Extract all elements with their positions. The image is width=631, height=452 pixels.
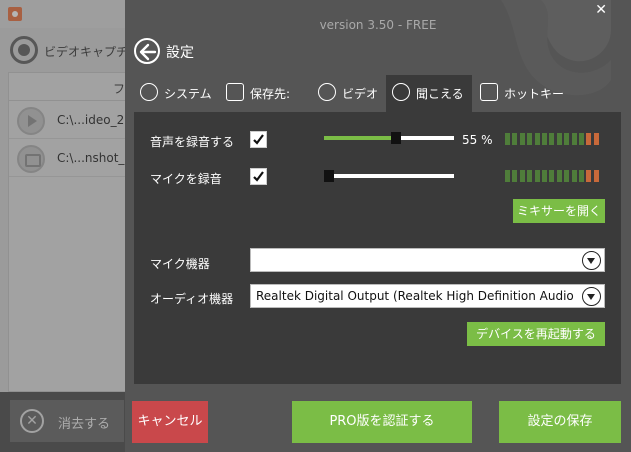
audio-settings-content: 音声を録音する 55 % マイクを録音 ミキサーを開く マイク機器 オーディオ機… — [134, 112, 621, 384]
meter-segment — [542, 133, 547, 145]
speaker-icon — [392, 83, 410, 101]
meter-segment — [593, 133, 599, 145]
meter-segment — [579, 170, 584, 182]
sound-level-meter — [505, 133, 601, 145]
mic-level-slider[interactable] — [324, 170, 454, 182]
tab-save-location[interactable]: 保存先: — [220, 75, 310, 112]
mic-slider-thumb[interactable] — [324, 170, 334, 182]
mic-device-select[interactable] — [250, 248, 605, 272]
record-sound-checkbox[interactable] — [250, 131, 267, 148]
mic-device-label: マイク機器 — [150, 257, 210, 271]
open-mixer-button[interactable]: ミキサーを開く — [513, 199, 605, 223]
meter-segment — [505, 170, 510, 182]
gear-icon — [140, 83, 158, 101]
tab-label: ビデオ — [342, 87, 379, 101]
meter-segment — [534, 133, 540, 145]
checkmark-icon — [253, 134, 264, 145]
activate-pro-button[interactable]: PRO版を認証する — [292, 401, 472, 443]
keyboard-icon — [480, 83, 498, 101]
volume-slider-thumb[interactable] — [391, 132, 401, 144]
meter-segment — [505, 133, 510, 145]
audio-device-label: オーディオ機器 — [150, 292, 234, 306]
tab-label: 聞こえる — [416, 87, 464, 101]
tab-hotkeys[interactable]: ホットキー — [474, 75, 568, 112]
meter-segment — [593, 170, 599, 182]
meter-segment — [579, 133, 584, 145]
meter-segment — [549, 133, 555, 145]
volume-slider-fill — [324, 136, 396, 140]
meter-segment — [586, 170, 592, 182]
audio-device-select[interactable]: Realtek Digital Output (Realtek High Def… — [250, 284, 605, 308]
save-settings-button[interactable]: 設定の保存 — [499, 401, 621, 443]
volume-percent: 55 % — [462, 133, 493, 147]
tab-audio[interactable]: 聞こえる — [386, 75, 472, 112]
meter-segment — [549, 170, 555, 182]
volume-slider[interactable] — [324, 132, 454, 144]
arrow-left-icon — [139, 43, 157, 61]
mic-level-meter — [505, 170, 601, 182]
version-label: version 3.50 - FREE — [319, 18, 437, 32]
meter-segment — [564, 133, 570, 145]
meter-segment — [571, 133, 577, 145]
meter-segment — [586, 133, 592, 145]
tab-label: ホットキー — [504, 87, 565, 101]
meter-segment — [512, 170, 518, 182]
record-sound-label: 音声を録音する — [150, 135, 235, 149]
tab-video[interactable]: ビデオ — [312, 75, 384, 112]
cancel-button[interactable]: キャンセル — [132, 401, 208, 443]
record-icon — [318, 83, 336, 101]
meter-segment — [571, 170, 577, 182]
meter-segment — [519, 133, 525, 145]
tab-system[interactable]: システム — [134, 75, 218, 112]
record-mic-checkbox[interactable] — [250, 168, 267, 185]
record-mic-label: マイクを録音 — [150, 172, 222, 186]
meter-segment — [534, 170, 540, 182]
back-button[interactable] — [134, 38, 160, 64]
meter-segment — [519, 170, 525, 182]
close-icon[interactable]: ✕ — [595, 2, 607, 18]
tab-label: システム — [164, 87, 212, 101]
meter-segment — [556, 170, 562, 182]
meter-segment — [527, 133, 533, 145]
meter-segment — [564, 170, 570, 182]
meter-segment — [542, 170, 547, 182]
restart-devices-button[interactable]: デバイスを再起動する — [467, 322, 605, 346]
tab-label: 保存先: — [250, 87, 291, 101]
folder-icon — [226, 83, 244, 101]
meter-segment — [527, 170, 533, 182]
chevron-down-icon[interactable] — [582, 251, 601, 270]
settings-title: 設定 — [166, 45, 194, 61]
chevron-down-icon[interactable] — [582, 287, 601, 306]
audio-device-value: Realtek Digital Output (Realtek High Def… — [256, 289, 574, 303]
meter-segment — [556, 133, 562, 145]
meter-segment — [512, 133, 518, 145]
checkmark-icon — [253, 171, 264, 182]
